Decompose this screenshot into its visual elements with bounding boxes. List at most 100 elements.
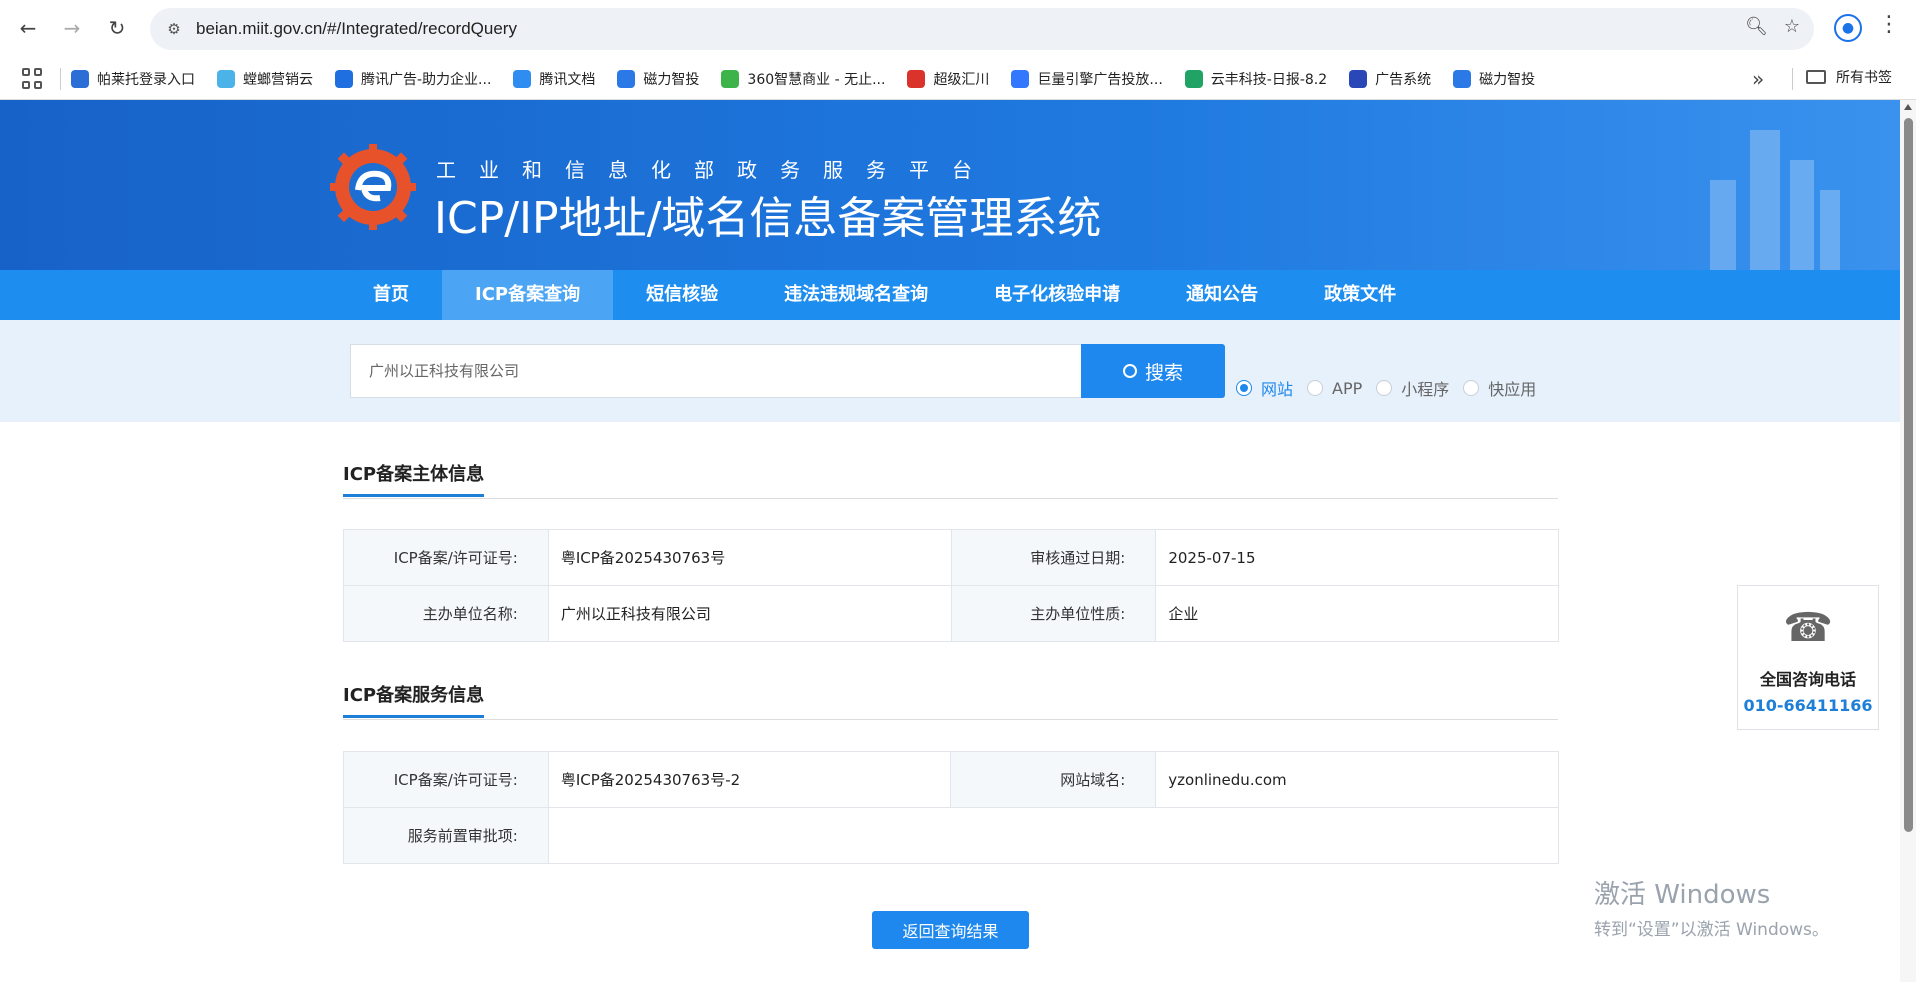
radio-label: 网站: [1261, 380, 1294, 399]
search-icon: [1122, 364, 1137, 378]
bookmark-favicon-icon: [335, 69, 353, 88]
apps-icon[interactable]: [22, 67, 44, 90]
search-type-radio[interactable]: 快应用: [1463, 376, 1536, 400]
hotline-label: 全国咨询电话: [1759, 670, 1856, 689]
bookmark-label: 巨量引擎广告投放...: [1037, 71, 1163, 88]
bookmark-item[interactable]: 螳螂营销云: [217, 69, 313, 89]
all-bookmarks-label: 所有书签: [1836, 70, 1892, 86]
bookmark-label: 超级汇川: [933, 71, 990, 88]
bookmark-favicon-icon: [71, 69, 89, 88]
service-license-label: ICP备案/许可证号:: [343, 751, 549, 808]
bookmark-star-icon[interactable]: ☆: [1784, 16, 1800, 37]
bookmark-favicon-icon: [1184, 69, 1203, 88]
bookmark-label: 广告系统: [1375, 71, 1432, 88]
radio-circle-icon[interactable]: [1307, 380, 1324, 396]
bookmark-item[interactable]: 腾讯广告-助力企业...: [335, 69, 491, 89]
radio-label: 快应用: [1488, 380, 1537, 399]
menu-kebab-icon[interactable]: ⋮: [1878, 12, 1900, 37]
scroll-up-icon[interactable]: [1904, 104, 1912, 110]
prereq-value: [547, 807, 1560, 864]
page-scrollbar[interactable]: [1900, 100, 1916, 982]
bookmark-label: 磁力智投: [1479, 71, 1536, 88]
activation-line2: 转到“设置”以激活 Windows。: [1594, 920, 1829, 940]
search-button[interactable]: 搜索: [1081, 344, 1225, 398]
nav-item[interactable]: 政策文件: [1291, 270, 1429, 320]
nav-item[interactable]: 短信核验: [613, 270, 751, 320]
license-label: ICP备案/许可证号:: [343, 529, 549, 586]
subject-info-table: ICP备案/许可证号: 粤ICP备2025430763号 审核通过日期: 202…: [343, 529, 1559, 642]
back-icon[interactable]: ←: [14, 14, 42, 42]
profile-icon[interactable]: ●: [1834, 14, 1862, 42]
approval-date-label: 审核通过日期:: [950, 529, 1157, 586]
bookmark-favicon-icon: [1453, 69, 1472, 88]
hotline-widget[interactable]: ☎ 全国咨询电话 010-66411166: [1737, 585, 1879, 730]
table-row: 服务前置审批项:: [343, 807, 1560, 864]
nav-item[interactable]: 违法违规域名查询: [751, 270, 961, 320]
bookmark-item[interactable]: 腾讯文档: [513, 69, 595, 89]
search-input[interactable]: 广州以正科技有限公司: [350, 344, 1082, 398]
bookmark-item[interactable]: 帕莱托登录入口: [71, 69, 195, 89]
bookmark-item[interactable]: 巨量引擎广告投放...: [1011, 69, 1163, 89]
scrollbar-thumb[interactable]: [1904, 118, 1913, 832]
reload-icon[interactable]: ↻: [103, 14, 131, 42]
bookmark-item[interactable]: 磁力智投: [1453, 69, 1535, 89]
license-value: 粤ICP备2025430763号: [547, 529, 952, 586]
more-bookmarks-icon[interactable]: »: [1752, 67, 1764, 91]
hotline-number: 010-66411166: [1743, 696, 1873, 715]
radio-circle-icon[interactable]: [1463, 380, 1480, 396]
search-type-radio[interactable]: APP: [1307, 379, 1362, 398]
radio-circle-icon[interactable]: [1236, 380, 1252, 396]
service-info-table: ICP备案/许可证号: 粤ICP备2025430763号-2 网站域名: yzo…: [343, 751, 1560, 864]
nav-item[interactable]: 首页: [340, 270, 442, 320]
site-title: ICP/IP地址/域名信息备案管理系统: [434, 193, 1102, 244]
phone-icon: ☎: [1783, 605, 1833, 651]
nav-item[interactable]: 通知公告: [1153, 270, 1291, 320]
url-text[interactable]: beian.miit.gov.cn/#/Integrated/recordQue…: [196, 19, 517, 39]
search-button-label: 搜索: [1144, 361, 1183, 384]
bookmark-favicon-icon: [513, 69, 532, 88]
forward-icon[interactable]: →: [58, 14, 86, 42]
search-type-radio[interactable]: 小程序: [1376, 376, 1449, 400]
organizer-nature-label: 主办单位性质:: [950, 585, 1157, 642]
bookmarks-divider: [60, 67, 61, 90]
browser-toolbar: ← → ↻ ⚙ beian.miit.gov.cn/#/Integrated/r…: [0, 0, 1916, 58]
table-row: 主办单位名称: 广州以正科技有限公司 主办单位性质: 企业: [343, 585, 1559, 642]
site-subtitle: 工业和信息化部政务服务平台: [436, 158, 995, 182]
organizer-nature-value: 企业: [1155, 585, 1559, 642]
site-settings-icon[interactable]: ⚙: [160, 15, 188, 43]
bookmark-item[interactable]: 磁力智投: [617, 69, 699, 89]
all-bookmarks-button[interactable]: 所有书签: [1806, 67, 1892, 87]
bookmark-item[interactable]: 360智慧商业 - 无止...: [721, 69, 885, 89]
nav-item[interactable]: ICP备案查询: [442, 270, 614, 320]
subject-section-title: ICP备案主体信息: [343, 460, 485, 497]
bookmark-favicon-icon: [1349, 69, 1368, 88]
bookmarks-bar: 帕莱托登录入口 螳螂营销云 腾讯广告-助力企业... 腾讯文档 磁力智投 360智慧商业 …: [0, 58, 1916, 100]
bookmark-favicon-icon: [617, 69, 636, 88]
address-bar[interactable]: ⚙ beian.miit.gov.cn/#/Integrated/recordQ…: [150, 8, 1814, 50]
bookmarks-divider: [1792, 68, 1793, 90]
bookmark-favicon-icon: [1011, 69, 1030, 88]
skyline-decoration: [1710, 130, 1840, 270]
bookmark-favicon-icon: [907, 69, 926, 88]
bookmark-label: 磁力智投: [643, 71, 700, 88]
prereq-label: 服务前置审批项:: [343, 807, 549, 864]
bookmark-label: 腾讯文档: [539, 71, 596, 88]
bookmark-item[interactable]: 云丰科技-日报-8.2: [1184, 69, 1327, 89]
main-nav: 首页 ICP备案查询 短信核验 违法违规域名查询 电子化核验申请 通知公告 政策文件: [0, 270, 1900, 320]
bookmark-item[interactable]: 超级汇川: [907, 69, 989, 89]
approval-date-value: 2025-07-15: [1155, 529, 1559, 586]
bookmark-item[interactable]: 广告系统: [1349, 69, 1431, 89]
nav-item[interactable]: 电子化核验申请: [961, 270, 1153, 320]
organizer-label: 主办单位名称:: [343, 585, 549, 642]
table-row: ICP备案/许可证号: 粤ICP备2025430763号-2 网站域名: yzo…: [343, 751, 1559, 808]
radio-label: APP: [1332, 378, 1363, 398]
back-to-results-button[interactable]: 返回查询结果: [872, 911, 1029, 949]
bookmark-favicon-icon: [721, 69, 740, 88]
search-type-radio[interactable]: 网站: [1236, 376, 1293, 400]
table-row: ICP备案/许可证号: 粤ICP备2025430763号 审核通过日期: 202…: [343, 529, 1559, 586]
radio-circle-icon[interactable]: [1376, 380, 1393, 396]
zoom-icon[interactable]: 🔍︎: [1745, 16, 1768, 37]
bookmark-label: 螳螂营销云: [243, 71, 313, 88]
service-license-value: 粤ICP备2025430763号-2: [547, 751, 952, 808]
section-divider: [343, 498, 1558, 499]
